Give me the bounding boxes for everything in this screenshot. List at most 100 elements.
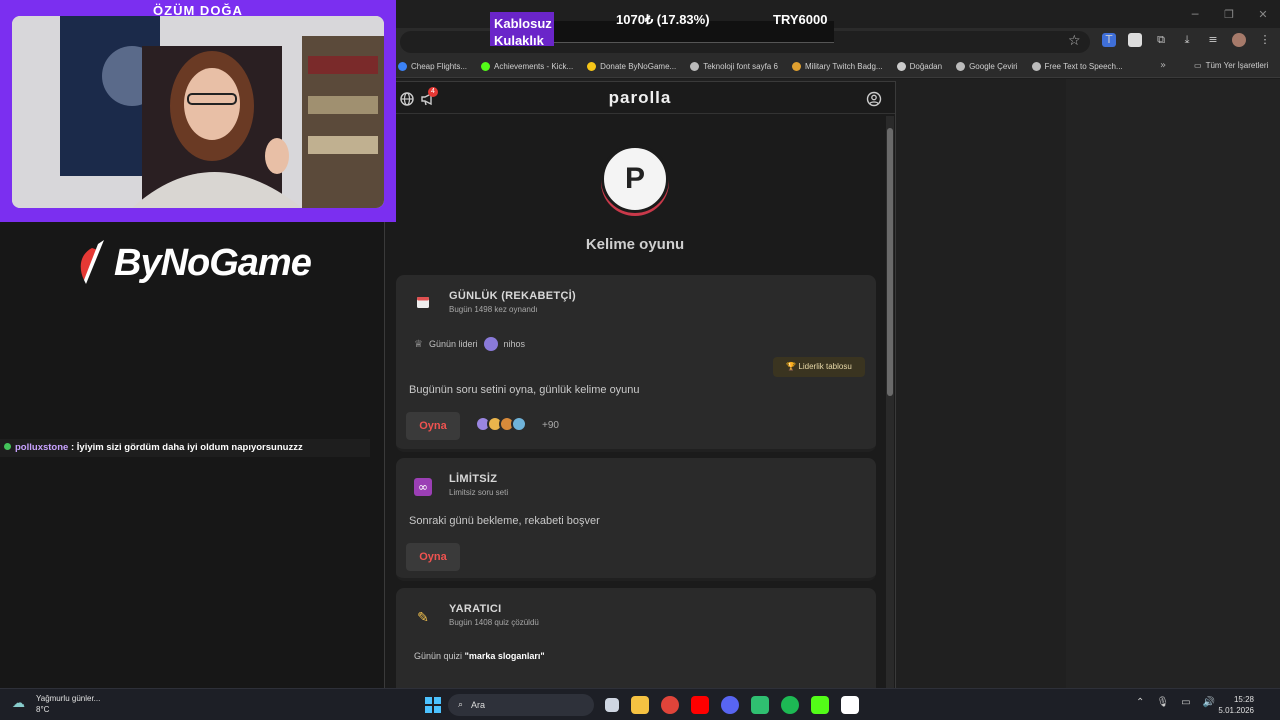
discord-icon[interactable] bbox=[721, 696, 739, 714]
more-players-count: +90 bbox=[542, 420, 559, 431]
network-icon[interactable]: ▭ bbox=[1181, 697, 1190, 708]
scrollbar-thumb[interactable] bbox=[887, 128, 893, 396]
scrollbar[interactable] bbox=[886, 116, 894, 688]
bookmark-item[interactable]: Military Twitch Badg... bbox=[791, 62, 883, 71]
bookmark-label: Achievements - Kick... bbox=[494, 62, 574, 71]
daily-quiz-row: Günün quizi "marka sloganları" bbox=[414, 651, 545, 661]
rain-cloud-icon: ☁ bbox=[12, 696, 25, 711]
taskbar-clock[interactable]: 15:28 5.01.2026 bbox=[1214, 694, 1254, 716]
weather-widget[interactable]: ☁ Yağmurlu günler... 8°C bbox=[12, 693, 100, 715]
task-view-icon[interactable] bbox=[605, 698, 619, 712]
kick-icon[interactable] bbox=[811, 696, 829, 714]
ticker-price: TRY6000 bbox=[773, 12, 828, 27]
weather-temp: 8°C bbox=[36, 705, 50, 714]
all-bookmarks[interactable]: ▭ Tüm Yer İşaretleri bbox=[1194, 61, 1268, 70]
file-explorer-icon[interactable] bbox=[631, 696, 649, 714]
user-icon[interactable] bbox=[866, 91, 882, 107]
chat-message: polluxstone : İyiyim sizi gördüm daha iy… bbox=[0, 439, 370, 457]
bookmark-label: Google Çeviri bbox=[969, 62, 1018, 71]
app-subtitle: Kelime oyunu bbox=[585, 236, 685, 253]
bookmark-item[interactable]: Donate ByNoGame... bbox=[587, 62, 676, 71]
card-description: Sonraki günü bekleme, rekabeti boşver bbox=[409, 515, 600, 527]
bookmark-item[interactable]: Achievements - Kick... bbox=[481, 62, 573, 71]
bookmark-favicon-icon bbox=[690, 62, 700, 71]
bookmark-favicon-icon bbox=[481, 62, 491, 71]
translate-extension-icon[interactable]: T bbox=[1102, 33, 1116, 47]
card-title: YARATICI bbox=[449, 603, 502, 615]
capcut-icon[interactable] bbox=[841, 696, 859, 714]
bookmark-item[interactable]: Teknoloji font sayfa 6 bbox=[690, 62, 778, 71]
bookmark-label: Cheap Flights... bbox=[411, 62, 468, 71]
daily-play-button[interactable]: Oyna bbox=[406, 412, 460, 440]
bookmark-label: Donate ByNoGame... bbox=[600, 62, 677, 71]
bookmarks-bar: Cheap Flights... Achievements - Kick... Do… bbox=[396, 56, 1280, 78]
chrome-icon[interactable] bbox=[661, 696, 679, 714]
chat-badge-icon bbox=[4, 443, 11, 450]
webcam-video bbox=[12, 16, 384, 208]
bookmark-item[interactable]: Cheap Flights... bbox=[398, 62, 467, 71]
media-icon[interactable]: ≡ bbox=[1206, 33, 1220, 47]
app-title: parolla bbox=[608, 88, 672, 107]
creator-mode-card[interactable]: ✎ YARATICI Bugün 1408 quiz çözüldü Günün… bbox=[396, 588, 876, 688]
infinity-icon: ∞ bbox=[414, 478, 432, 496]
bookmark-item[interactable]: Doğadan bbox=[896, 62, 942, 71]
spotify-icon[interactable] bbox=[781, 696, 799, 714]
bookmark-favicon-icon bbox=[1031, 62, 1041, 71]
whatsapp-icon[interactable] bbox=[751, 696, 769, 714]
quiz-name[interactable]: "marka sloganları" bbox=[465, 651, 545, 661]
download-icon[interactable]: ⤓ bbox=[1180, 33, 1194, 47]
start-button[interactable] bbox=[425, 697, 441, 713]
card-subtitle: Bugün 1408 quiz çözüldü bbox=[449, 618, 539, 627]
extension-icon[interactable] bbox=[1128, 33, 1142, 47]
bookmark-label: Teknoloji font sayfa 6 bbox=[703, 62, 778, 71]
restore-icon[interactable]: ❐ bbox=[1212, 0, 1246, 28]
taskbar-search[interactable]: ⌕ Ara bbox=[448, 694, 594, 716]
close-icon[interactable]: ✕ bbox=[1246, 0, 1280, 28]
youtube-icon[interactable] bbox=[691, 696, 709, 714]
microphone-icon[interactable]: 🎙 bbox=[1156, 697, 1169, 708]
bookmark-star-icon[interactable]: ☆ bbox=[1068, 33, 1084, 49]
card-subtitle: Limitsiz soru seti bbox=[449, 488, 509, 497]
profile-avatar[interactable] bbox=[1232, 33, 1246, 47]
unlimited-mode-card[interactable]: ∞ LİMİTSİZ Limitsiz soru seti Sonraki gü… bbox=[396, 458, 876, 581]
bookmark-label: Free Text to Speech... bbox=[1044, 62, 1123, 71]
ticker-label: Kablosuz Kulaklık bbox=[490, 12, 554, 48]
start-icon-tile bbox=[425, 706, 432, 713]
window-controls: ─ ❐ ✕ bbox=[1178, 0, 1280, 28]
bookmark-item[interactable]: Google Çeviri bbox=[956, 62, 1018, 71]
daily-mode-card[interactable]: GÜNLÜK (REKABETÇİ) Bugün 1498 kez oynand… bbox=[396, 275, 876, 452]
pencil-icon: ✎ bbox=[417, 610, 429, 626]
bookmark-favicon-icon bbox=[398, 62, 407, 71]
bookmarks-more-icon[interactable]: » bbox=[1160, 60, 1166, 71]
leader-label: Günün lideri bbox=[428, 339, 478, 349]
weather-title: Yağmurlu günler... bbox=[36, 694, 101, 703]
avatar bbox=[511, 416, 527, 432]
bookmark-item[interactable]: Free Text to Speech... bbox=[1031, 62, 1123, 71]
leader-name[interactable]: nihos bbox=[504, 339, 526, 349]
brand-name: ByNoGame bbox=[114, 241, 312, 284]
search-label: Ara bbox=[471, 700, 486, 710]
bookmark-favicon-icon bbox=[587, 62, 597, 71]
taskbar-apps bbox=[605, 696, 859, 714]
all-bookmarks-label: Tüm Yer İşaretleri bbox=[1205, 61, 1269, 70]
puzzle-icon[interactable]: ⧉ bbox=[1154, 33, 1168, 47]
unlimited-play-button[interactable]: Oyna bbox=[406, 543, 460, 571]
daily-leader-row: ♕ Günün lideri nihos bbox=[414, 337, 525, 351]
bookmark-favicon-icon bbox=[791, 62, 801, 71]
bookmark-label: Military Twitch Badg... bbox=[804, 62, 883, 71]
card-subtitle: Bugün 1498 kez oynandı bbox=[449, 305, 538, 314]
start-icon-tile bbox=[434, 697, 441, 704]
chat-separator: : bbox=[68, 442, 77, 453]
leader-avatar bbox=[483, 337, 498, 351]
minimize-icon[interactable]: ─ bbox=[1178, 0, 1212, 28]
app-header: 4 parolla bbox=[385, 82, 895, 114]
system-tray: ⌃ 🎙 ▭ 🔊 bbox=[1136, 697, 1215, 708]
webcam-scene bbox=[12, 16, 384, 208]
leaderboard-button[interactable]: 🏆 Liderlik tablosu bbox=[773, 357, 865, 377]
calendar-icon bbox=[414, 295, 432, 313]
menu-icon[interactable]: ⋮ bbox=[1258, 33, 1272, 47]
start-icon-tile bbox=[434, 706, 441, 713]
chat-text: İyiyim sizi gördüm daha iyi oldum napıyo… bbox=[76, 442, 303, 453]
tray-chevron-icon[interactable]: ⌃ bbox=[1136, 697, 1144, 708]
trophy-icon: ♕ bbox=[414, 338, 423, 350]
